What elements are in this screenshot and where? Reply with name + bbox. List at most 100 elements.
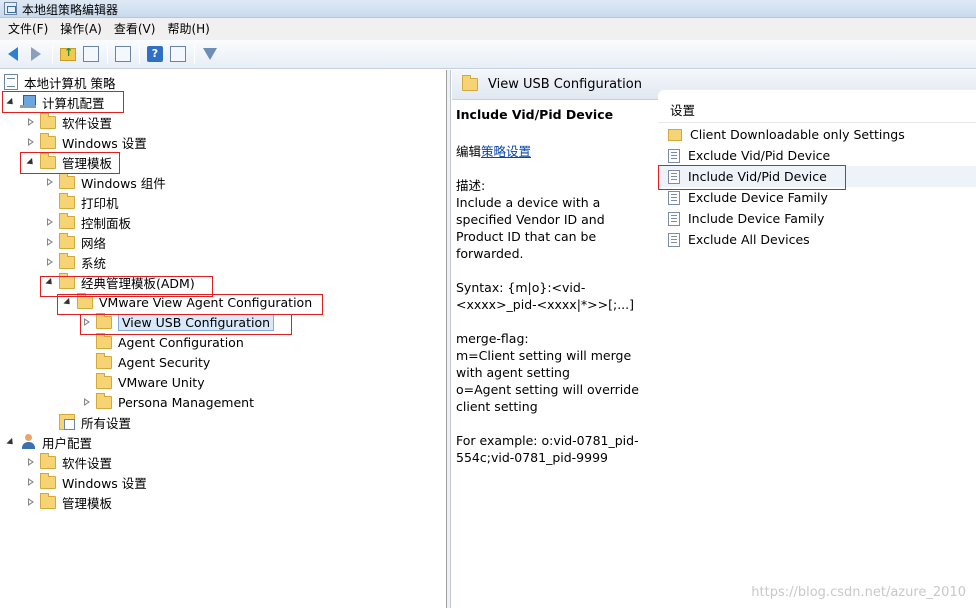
tree-item-persona-management[interactable]: Persona Management: [82, 392, 254, 412]
description-text: Include a device with a specified Vendor…: [456, 195, 605, 261]
setting-row[interactable]: Exclude All Devices: [658, 229, 976, 250]
show-hide-tree-icon: [83, 46, 99, 62]
folder-icon: [668, 128, 682, 141]
tree-item-user-software-settings[interactable]: 软件设置: [26, 452, 112, 472]
tree-item-user-config[interactable]: 用户配置: [6, 432, 92, 452]
policy-setting-icon: [668, 169, 680, 184]
collapsed-icon: [27, 477, 35, 487]
pane-splitter[interactable]: [447, 70, 451, 608]
export-list-icon: [115, 46, 131, 62]
syntax-text: Syntax: {m|o}:<vid-<xxxx>_pid-<xxxx|*>>[…: [456, 280, 634, 312]
tree-item-network[interactable]: 网络: [45, 232, 106, 252]
tree-item-classic-adm[interactable]: 经典管理模板(ADM): [45, 272, 195, 292]
folder-icon: [40, 452, 56, 469]
policy-setting-icon: [668, 148, 680, 163]
collapsed-icon: [83, 397, 91, 407]
edit-policy-line: 编辑策略设置: [456, 143, 652, 160]
expand-toggle[interactable]: [26, 477, 36, 487]
expand-toggle[interactable]: [45, 217, 55, 227]
folder-icon: [40, 112, 56, 129]
tree-item-control-panel[interactable]: 控制面板: [45, 212, 131, 232]
tree-item-user-windows-settings[interactable]: Windows 设置: [26, 472, 147, 492]
expand-toggle[interactable]: [45, 277, 55, 287]
forward-icon: [31, 47, 41, 61]
show-hide-tree-button[interactable]: [80, 43, 102, 65]
tree-item-label: Windows 组件: [81, 175, 166, 191]
tree-item-vmware-agent[interactable]: VMware View Agent Configuration: [63, 292, 312, 312]
expand-toggle[interactable]: [63, 297, 73, 307]
tree-item-printers[interactable]: 打印机: [45, 192, 119, 212]
setting-row[interactable]: Exclude Vid/Pid Device: [658, 145, 976, 166]
console-tree: 本地计算机 策略 计算机配置 软件设置 Windows 设置 管理模板 Wind…: [0, 70, 447, 608]
setting-label: Exclude All Devices: [688, 232, 810, 247]
tree-item-agent-configuration[interactable]: Agent Configuration: [82, 332, 244, 352]
expand-toggle[interactable]: [45, 177, 55, 187]
tree-item-label: VMware Unity: [118, 374, 205, 390]
tree-item-label: 用户配置: [42, 435, 93, 451]
expand-toggle[interactable]: [82, 317, 92, 327]
setting-label: Client Downloadable only Settings: [690, 127, 905, 142]
tree-item-agent-security[interactable]: Agent Security: [82, 352, 210, 372]
collapsed-icon: [46, 237, 54, 247]
policy-setting-icon: [668, 211, 680, 226]
tree-item-label: Agent Configuration: [118, 334, 244, 350]
expanded-icon: [45, 277, 55, 287]
tree-item-label: Windows 设置: [62, 135, 147, 151]
edit-policy-link[interactable]: 策略设置: [481, 144, 531, 159]
window-title: 本地组策略编辑器: [22, 3, 119, 17]
setting-row[interactable]: Client Downloadable only Settings: [658, 124, 976, 145]
folder-icon: [462, 75, 478, 91]
menu-view[interactable]: 查看(V): [108, 18, 162, 40]
expand-toggle[interactable]: [6, 97, 16, 107]
folder-icon: [40, 132, 56, 149]
expand-toggle[interactable]: [6, 437, 16, 447]
menu-file[interactable]: 文件(F): [2, 18, 54, 40]
properties-button[interactable]: [167, 43, 189, 65]
tree-item-label: 软件设置: [62, 455, 113, 471]
tree-item-computer-config[interactable]: 计算机配置: [6, 92, 105, 112]
folder-icon: [59, 172, 75, 189]
setting-row[interactable]: Exclude Device Family: [658, 187, 976, 208]
help-button[interactable]: ?: [144, 43, 166, 65]
all-settings-icon: [59, 414, 75, 430]
tree-item-all-settings[interactable]: 所有设置: [45, 412, 131, 432]
tree-item-view-usb[interactable]: View USB Configuration: [82, 312, 275, 332]
expand-toggle[interactable]: [26, 457, 36, 467]
setting-row[interactable]: Include Device Family: [658, 208, 976, 229]
tree-item-software-settings[interactable]: 软件设置: [26, 112, 112, 132]
setting-label: Exclude Vid/Pid Device: [688, 148, 831, 163]
back-button[interactable]: [2, 43, 24, 65]
expand-toggle[interactable]: [26, 497, 36, 507]
menu-bar: 文件(F) 操作(A) 查看(V) 帮助(H): [0, 18, 976, 40]
menu-help[interactable]: 帮助(H): [161, 18, 215, 40]
tree-item-label: 网络: [81, 235, 107, 251]
expand-toggle[interactable]: [26, 117, 36, 127]
up-one-level-button[interactable]: [57, 43, 79, 65]
policy-setting-icon: [668, 190, 680, 205]
tree-item-user-admin-templates[interactable]: 管理模板: [26, 492, 112, 512]
export-list-button[interactable]: [112, 43, 134, 65]
tree-item-root[interactable]: 本地计算机 策略: [4, 72, 115, 92]
expand-toggle[interactable]: [45, 257, 55, 267]
expand-toggle[interactable]: [45, 237, 55, 247]
folder-icon: [96, 312, 112, 329]
tree-item-system[interactable]: 系统: [45, 252, 106, 272]
expand-toggle[interactable]: [82, 397, 92, 407]
tree-item-windows-components[interactable]: Windows 组件: [45, 172, 166, 192]
tree-item-label: 系统: [81, 255, 107, 271]
tree-item-label: 控制面板: [81, 215, 132, 231]
expanded-icon: [6, 437, 16, 447]
filter-button[interactable]: [199, 43, 221, 65]
menu-action[interactable]: 操作(A): [54, 18, 108, 40]
tree-item-vmware-unity[interactable]: VMware Unity: [82, 372, 205, 392]
expand-toggle[interactable]: [26, 137, 36, 147]
expand-toggle[interactable]: [26, 157, 36, 167]
forward-button[interactable]: [25, 43, 47, 65]
tree-item-windows-settings[interactable]: Windows 设置: [26, 132, 147, 152]
setting-label: Include Vid/Pid Device: [688, 169, 827, 184]
tree-item-admin-templates[interactable]: 管理模板: [26, 152, 112, 172]
setting-row-selected[interactable]: Include Vid/Pid Device: [658, 166, 976, 187]
column-header-setting[interactable]: 设置: [658, 99, 976, 123]
merge-o-text: o=Agent setting will override client set…: [456, 382, 639, 414]
tree-item-label: 软件设置: [62, 115, 113, 131]
